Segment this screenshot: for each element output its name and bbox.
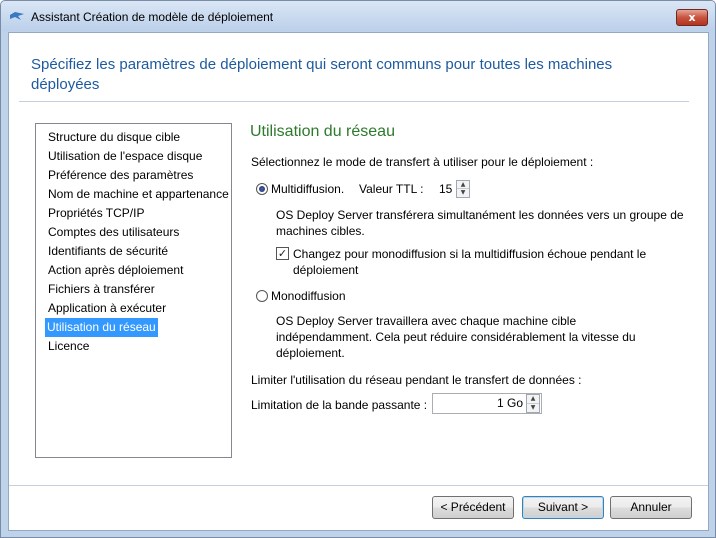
spin-up-icon[interactable]: ▲ [527,395,539,404]
step-item[interactable]: Comptes des utilisateurs [36,223,231,242]
unicast-label[interactable]: Monodiffusion [271,288,346,304]
step-item[interactable]: Utilisation de l'espace disque [36,147,231,166]
page-header: Spécifiez les paramètres de déploiement … [31,56,613,93]
step-item[interactable]: Action après déploiement [36,261,231,280]
back-button[interactable]: < Précédent [432,496,514,519]
step-item[interactable]: Fichiers à transférer [36,280,231,299]
window-title: Assistant Création de modèle de déploiem… [31,10,274,24]
ttl-spinner[interactable]: ▲ ▼ [456,180,470,198]
ttl-value[interactable]: 15 [439,181,452,197]
step-item[interactable]: Propriétés TCP/IP [36,204,231,223]
section-title: Utilisation du réseau [250,123,395,140]
multicast-label[interactable]: Multidiffusion. [271,181,344,197]
multicast-description: OS Deploy Server transférera simultanéme… [276,208,684,238]
step-item[interactable]: Licence [36,337,231,356]
close-icon: x [688,11,696,24]
ttl-label: Valeur TTL : [359,182,424,196]
cancel-button[interactable]: Annuler [610,496,692,519]
spin-up-icon[interactable]: ▲ [457,181,469,189]
multicast-radio[interactable] [256,183,268,195]
unicast-description: OS Deploy Server travaillera avec chaque… [276,314,636,360]
step-item[interactable]: Application à exécuter [36,299,231,318]
wizard-client-area: Spécifiez les paramètres de déploiement … [8,32,709,531]
checkmark-icon: ✓ [277,247,288,260]
wizard-window: Assistant Création de modèle de déploiem… [0,0,716,538]
footer-separator [9,485,708,486]
step-item[interactable]: Nom de machine et appartenance [36,185,231,204]
step-item-selected[interactable]: Utilisation du réseau [45,318,158,337]
fallback-checkbox[interactable]: ✓ [276,247,289,260]
unicast-radio[interactable] [256,290,268,302]
title-bar[interactable]: Assistant Création de modèle de déploiem… [1,1,715,31]
step-item[interactable]: Identifiants de sécurité [36,242,231,261]
close-button[interactable]: x [676,9,708,26]
next-button[interactable]: Suivant > [522,496,604,519]
step-item[interactable]: Structure du disque cible [36,128,231,147]
header-separator [19,101,689,102]
mode-prompt: Sélectionnez le mode de transfert à util… [251,155,594,169]
bandwidth-label: Limitation de la bande passante : [251,398,428,412]
fallback-label[interactable]: Changez pour monodiffusion si la multidi… [293,246,693,278]
step-list: Structure du disque cible Utilisation de… [35,123,232,458]
spin-down-icon[interactable]: ▼ [457,189,469,197]
app-icon [10,12,24,20]
limit-prompt: Limiter l'utilisation du réseau pendant … [251,373,582,387]
step-item[interactable]: Préférence des paramètres [36,166,231,185]
spin-down-icon[interactable]: ▼ [527,404,539,413]
bandwidth-spinner[interactable]: ▲ ▼ [526,394,540,413]
